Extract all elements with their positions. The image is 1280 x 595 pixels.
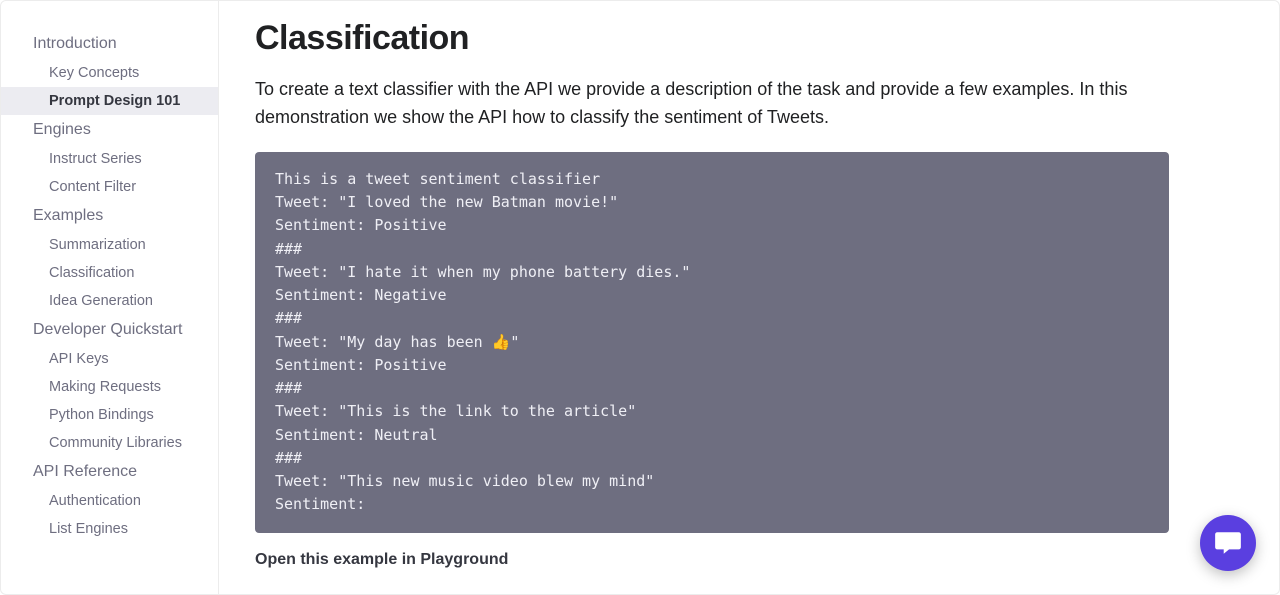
sidebar-item-key-concepts[interactable]: Key Concepts — [1, 59, 218, 87]
chat-icon — [1213, 528, 1243, 558]
open-in-playground-link[interactable]: Open this example in Playground — [255, 551, 508, 569]
sidebar-item-api-keys[interactable]: API Keys — [1, 345, 218, 373]
sidebar-item-summarization[interactable]: Summarization — [1, 231, 218, 259]
intro-paragraph: To create a text classifier with the API… — [255, 76, 1169, 132]
page-wrapper: Introduction Key Concepts Prompt Design … — [0, 0, 1280, 595]
sidebar-section-developer-quickstart[interactable]: Developer Quickstart — [1, 315, 218, 345]
sidebar-section-introduction[interactable]: Introduction — [1, 29, 218, 59]
sidebar-item-making-requests[interactable]: Making Requests — [1, 373, 218, 401]
code-block: This is a tweet sentiment classifier Twe… — [255, 152, 1169, 533]
sidebar-nav: Introduction Key Concepts Prompt Design … — [1, 1, 219, 594]
sidebar-item-content-filter[interactable]: Content Filter — [1, 173, 218, 201]
chat-widget-button[interactable] — [1200, 515, 1256, 571]
main-content: Classification To create a text classifi… — [219, 1, 1279, 594]
sidebar-item-list-engines[interactable]: List Engines — [1, 515, 218, 543]
sidebar-item-python-bindings[interactable]: Python Bindings — [1, 401, 218, 429]
sidebar-item-community-libraries[interactable]: Community Libraries — [1, 429, 218, 457]
sidebar-item-classification[interactable]: Classification — [1, 259, 218, 287]
sidebar-item-prompt-design-101[interactable]: Prompt Design 101 — [1, 87, 218, 115]
sidebar-section-examples[interactable]: Examples — [1, 201, 218, 231]
sidebar-section-api-reference[interactable]: API Reference — [1, 457, 218, 487]
page-title: Classification — [255, 19, 1169, 58]
sidebar-item-idea-generation[interactable]: Idea Generation — [1, 287, 218, 315]
sidebar-section-engines[interactable]: Engines — [1, 115, 218, 145]
sidebar-item-authentication[interactable]: Authentication — [1, 487, 218, 515]
sidebar-item-instruct-series[interactable]: Instruct Series — [1, 145, 218, 173]
